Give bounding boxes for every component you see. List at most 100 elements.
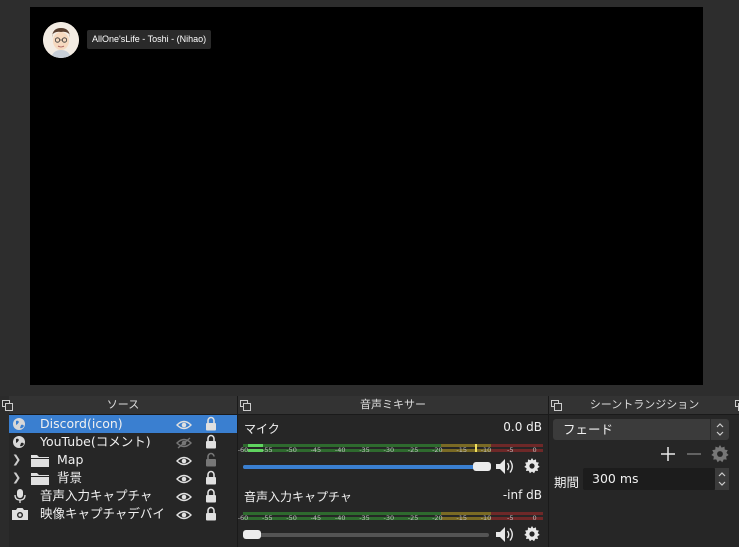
scale-tick: -30: [383, 446, 395, 454]
source-group-map[interactable]: ❯ Map: [9, 451, 237, 469]
scene-transitions-dock: シーントランジション フェード 期間 300 ms: [548, 396, 739, 547]
scale-tick: 0: [532, 446, 537, 454]
volume-slider-knob[interactable]: [473, 462, 491, 471]
scale-tick: -55: [261, 446, 273, 454]
scale-tick: -25: [407, 446, 419, 454]
sources-dock-header: ソース: [2, 396, 237, 415]
volume-slider-fill: [243, 465, 479, 469]
eye-icon[interactable]: [176, 508, 192, 520]
eye-icon[interactable]: [176, 454, 192, 466]
sources-list: Discord(icon) YouTube(コメント) ❯ Map ❯ 背景 音…: [9, 415, 237, 523]
undock-icon[interactable]: [551, 399, 562, 411]
add-transition-button[interactable]: [659, 445, 677, 463]
lock-icon[interactable]: [205, 416, 217, 431]
db-scale: -60 -55 -50 -45 -40 -35 -30 -25 -20 -15 …: [238, 514, 543, 524]
scale-tick: -5: [507, 514, 514, 522]
mixer-dock-title: 音声ミキサー: [360, 398, 426, 411]
level-meter: [243, 505, 543, 520]
preview-area: AllOne'sLife - Toshi - (Nihao): [0, 0, 739, 396]
scale-tick: -5: [507, 446, 514, 454]
channel-name: 音声入力キャプチャ: [244, 490, 352, 504]
globe-icon: [12, 417, 28, 431]
source-label: YouTube(コメント): [40, 434, 151, 449]
source-item-discord[interactable]: Discord(icon): [9, 415, 237, 433]
sources-dock-title: ソース: [106, 398, 140, 411]
scale-tick: -50: [286, 446, 297, 454]
lock-icon[interactable]: [205, 470, 217, 485]
undock-icon[interactable]: [240, 399, 251, 411]
speaker-icon[interactable]: [495, 458, 515, 475]
channel-db: 0.0 dB: [503, 420, 542, 434]
program-preview[interactable]: AllOne'sLife - Toshi - (Nihao): [30, 7, 703, 385]
duration-label: 期間: [554, 475, 580, 490]
sources-dock: ソース Discord(icon) YouTube(コメント) ❯ Map ❯ …: [2, 396, 237, 547]
audio-mixer-dock: 音声ミキサー マイク 0.0 dB -60 -55 -50 -45 -40 -3…: [237, 396, 548, 547]
level-meter: [243, 437, 543, 452]
scale-tick: -35: [359, 446, 370, 454]
folder-icon: [31, 453, 49, 467]
scale-tick: 0: [532, 514, 537, 522]
scale-tick: -50: [286, 514, 297, 522]
scale-tick: -45: [310, 514, 322, 522]
transition-select[interactable]: フェード: [553, 419, 729, 440]
camera-icon: [12, 507, 28, 521]
scale-tick: -45: [310, 446, 322, 454]
source-label: Discord(icon): [40, 416, 123, 431]
volume-slider[interactable]: [243, 530, 489, 539]
db-scale: -60 -55 -50 -45 -40 -35 -30 -25 -20 -15 …: [238, 446, 543, 456]
scale-tick: -15: [456, 514, 467, 522]
folder-icon: [31, 471, 49, 485]
mixer-dock-header: 音声ミキサー: [238, 396, 548, 415]
scale-tick: -10: [480, 446, 492, 454]
scale-tick: -20: [432, 514, 443, 522]
speaker-icon[interactable]: [495, 526, 515, 543]
scale-tick: -10: [480, 514, 492, 522]
source-item-youtube[interactable]: YouTube(コメント): [9, 433, 237, 451]
chevron-right-icon[interactable]: ❯: [12, 451, 21, 469]
volume-slider[interactable]: [243, 462, 491, 471]
scale-tick: -60: [237, 446, 249, 454]
source-label: Map: [57, 452, 84, 467]
scale-tick: -40: [334, 514, 346, 522]
scale-tick: -15: [456, 446, 467, 454]
transition-settings-gear-icon[interactable]: [711, 445, 729, 463]
scale-tick: -30: [383, 514, 395, 522]
lock-icon[interactable]: [205, 434, 217, 449]
transitions-dock-header: シーントランジション: [549, 396, 739, 415]
eye-icon[interactable]: [176, 490, 192, 502]
undock-icon[interactable]: [2, 399, 13, 411]
source-group-background[interactable]: ❯ 背景: [9, 469, 237, 487]
updown-chevron-icon: [710, 419, 729, 440]
scale-tick: -20: [432, 446, 443, 454]
scale-tick: -60: [237, 514, 249, 522]
transition-select-value: フェード: [563, 422, 614, 437]
transitions-dock-title: シーントランジション: [589, 398, 700, 411]
unlock-icon[interactable]: [205, 452, 217, 467]
duration-input[interactable]: 300 ms: [583, 468, 715, 490]
globe-icon: [12, 435, 28, 449]
source-item-audio-input[interactable]: 音声入力キャプチャ: [9, 487, 237, 505]
lock-icon[interactable]: [205, 488, 217, 503]
overlay-name-tag: AllOne'sLife - Toshi - (Nihao): [87, 30, 212, 49]
duration-spinner[interactable]: [715, 468, 729, 490]
eye-icon[interactable]: [176, 418, 192, 430]
channel-db: -inf dB: [502, 488, 542, 502]
gear-icon[interactable]: [524, 458, 540, 474]
eye-hidden-icon[interactable]: [176, 436, 192, 449]
microphone-icon: [12, 489, 28, 503]
volume-slider-knob[interactable]: [243, 530, 261, 539]
gear-icon[interactable]: [524, 526, 540, 542]
remove-transition-button[interactable]: [685, 445, 703, 463]
undock-icon[interactable]: [735, 399, 739, 411]
scale-tick: -25: [407, 514, 419, 522]
source-label: 映像キャプチャデバイ: [40, 506, 165, 521]
channel-name: マイク: [244, 422, 280, 436]
source-item-video-capture[interactable]: 映像キャプチャデバイ: [9, 505, 237, 523]
source-label: 音声入力キャプチャ: [40, 488, 153, 503]
chevron-right-icon[interactable]: ❯: [12, 469, 21, 487]
scale-tick: -55: [261, 514, 273, 522]
lock-icon[interactable]: [205, 506, 217, 521]
eye-icon[interactable]: [176, 472, 192, 484]
scale-tick: -35: [359, 514, 370, 522]
avatar: [43, 22, 79, 58]
